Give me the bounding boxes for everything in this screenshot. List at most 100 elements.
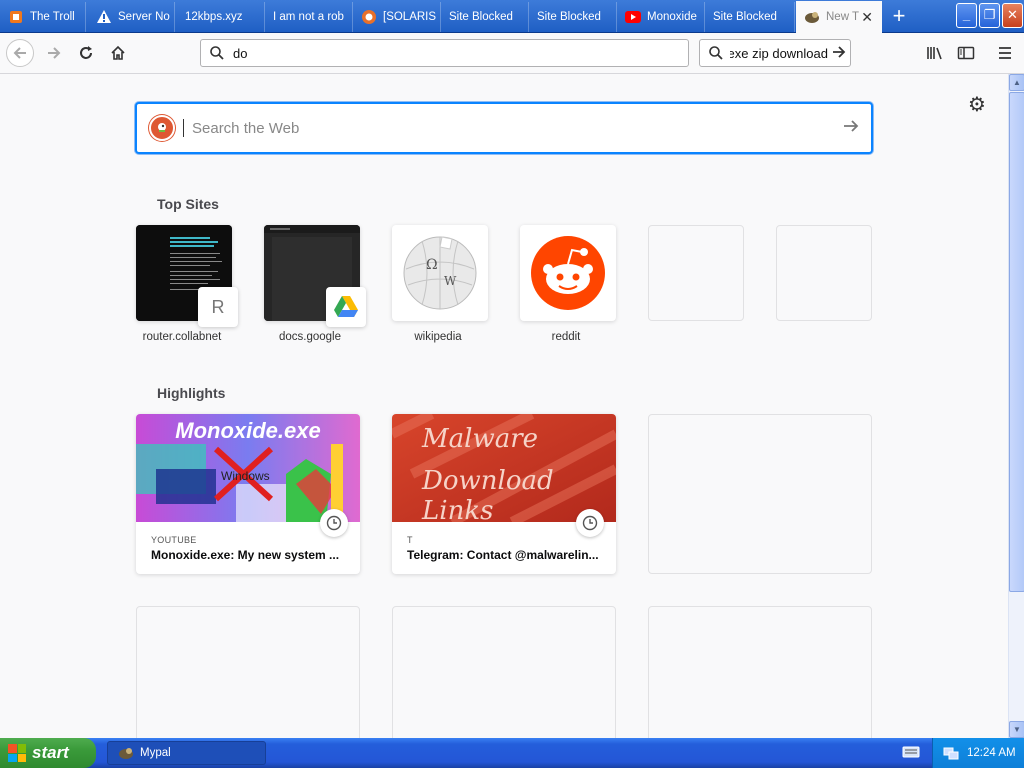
url-text: do xyxy=(233,45,248,61)
taskbar-task-mypal[interactable]: Mypal xyxy=(107,741,266,765)
library-button[interactable] xyxy=(921,39,949,67)
back-button[interactable] xyxy=(6,39,34,67)
orange-square-icon xyxy=(8,9,24,25)
highlight-thumbnail: Malware Download Links xyxy=(392,414,616,522)
thumb-subtitle: Windows xyxy=(221,469,270,483)
tab-strip: The Troll Server No 12kbps.xyz I am not … xyxy=(0,0,1024,33)
menu-button[interactable] xyxy=(991,39,1019,67)
arrow-left-icon xyxy=(13,47,26,59)
reddit-logo-icon xyxy=(531,236,605,310)
gear-icon[interactable]: ⚙ xyxy=(966,94,988,116)
start-button[interactable]: start xyxy=(0,738,96,768)
task-label: Mypal xyxy=(140,747,171,759)
windows-logo-icon xyxy=(8,744,26,762)
minimize-window-button[interactable]: _ xyxy=(956,3,977,28)
top-site-docs-google[interactable] xyxy=(264,225,366,327)
home-icon xyxy=(111,45,125,60)
palemoon-icon xyxy=(804,9,820,25)
highlight-empty-slot xyxy=(392,606,616,738)
top-site-label: wikipedia xyxy=(414,331,462,343)
home-button[interactable] xyxy=(104,39,132,67)
top-site-wikipedia[interactable]: Ω W xyxy=(392,225,488,321)
vertical-scrollbar[interactable]: ▲ ▼ xyxy=(1008,74,1024,738)
text-caret xyxy=(183,119,184,137)
top-site-label: router.collabnet xyxy=(142,331,222,343)
clock-icon xyxy=(576,509,604,537)
tab-12kbps[interactable]: 12kbps.xyz xyxy=(177,2,265,32)
top-site-empty-slot xyxy=(648,225,744,321)
highlight-source: YOUTUBE xyxy=(151,535,197,545)
google-drive-icon xyxy=(326,287,366,327)
system-tray: 12:24 AM xyxy=(932,738,1024,768)
tab-i-am-not-a-robot[interactable]: I am not a rob xyxy=(265,2,353,32)
tab-solaris[interactable]: [SOLARIS xyxy=(353,2,441,32)
highlight-thumbnail: Monoxide.exe Windows xyxy=(136,414,360,522)
library-icon xyxy=(927,47,942,60)
arrow-right-icon xyxy=(48,47,61,59)
duckduckgo-logo-icon xyxy=(149,115,175,141)
highlight-title: Telegram: Contact @malwarelin... xyxy=(407,548,599,562)
scroll-down-button[interactable]: ▼ xyxy=(1009,721,1024,738)
forward-button[interactable] xyxy=(40,39,68,67)
highlight-empty-slot xyxy=(648,606,872,738)
tab-site-blocked-2[interactable]: Site Blocked xyxy=(529,2,617,32)
thumb-title: Monoxide.exe xyxy=(175,418,321,443)
close-tab-icon[interactable]: ✕ xyxy=(861,9,873,26)
web-search-placeholder: Search the Web xyxy=(192,119,300,137)
web-search-box[interactable]: Search the Web xyxy=(135,102,873,154)
close-window-button[interactable]: ✕ xyxy=(1002,3,1023,28)
sidebar-button[interactable] xyxy=(952,39,980,67)
network-icon[interactable] xyxy=(943,746,959,760)
highlight-card-monoxide[interactable]: Monoxide.exe Windows YOUTUBE Monoxide.ex… xyxy=(136,414,360,574)
sidebar-icon xyxy=(957,46,975,60)
clock-icon xyxy=(320,509,348,537)
tab-monoxide[interactable]: Monoxide xyxy=(617,2,705,32)
reload-icon xyxy=(80,46,92,59)
tab-the-troll[interactable]: The Troll xyxy=(0,2,86,32)
tab-site-blocked-3[interactable]: Site Blocked xyxy=(705,2,795,32)
top-site-empty-slot xyxy=(776,225,872,321)
top-site-reddit[interactable] xyxy=(520,225,616,321)
youtube-icon xyxy=(625,9,641,25)
thumb-title: Malware xyxy=(422,424,539,454)
top-sites-heading: Top Sites xyxy=(157,196,219,212)
search-go-icon[interactable] xyxy=(828,44,850,63)
palemoon-icon xyxy=(118,745,134,761)
highlight-card-telegram[interactable]: Malware Download Links T Telegram: Conta… xyxy=(392,414,616,574)
url-bar[interactable]: do xyxy=(200,39,689,67)
scrollbar-thumb[interactable] xyxy=(1009,92,1024,592)
wikipedia-globe-icon: Ω W xyxy=(403,236,477,310)
arrow-right-icon[interactable] xyxy=(831,117,871,140)
svg-text:W: W xyxy=(444,274,457,288)
highlight-source: T xyxy=(407,535,413,545)
tab-site-blocked-1[interactable]: Site Blocked xyxy=(441,2,529,32)
site-badge: R xyxy=(198,287,238,327)
search-bar-text: exe zip download xyxy=(730,45,828,61)
warning-icon xyxy=(96,9,112,25)
search-bar[interactable]: exe zip download xyxy=(699,39,851,67)
orange-circle-icon xyxy=(361,9,377,25)
new-tab-button[interactable]: + xyxy=(884,4,914,30)
scroll-up-button[interactable]: ▲ xyxy=(1009,74,1024,91)
new-tab-page: ⚙ Search the Web Top Sites R router.coll… xyxy=(0,74,1008,738)
highlight-empty-slot xyxy=(136,606,360,738)
highlight-title: Monoxide.exe: My new system ... xyxy=(151,548,340,562)
hamburger-menu-icon xyxy=(999,47,1011,59)
tab-new-tab[interactable]: New T ✕ xyxy=(796,1,882,33)
maximize-window-button[interactable]: ❐ xyxy=(979,3,1000,28)
navigation-toolbar: do exe zip download xyxy=(0,33,1024,74)
top-site-label: docs.google xyxy=(278,331,342,343)
taskbar: start Mypal 12:24 AM xyxy=(0,738,1024,768)
start-label: start xyxy=(32,743,69,762)
highlight-empty-slot xyxy=(648,414,872,574)
search-icon xyxy=(709,46,723,60)
top-site-label: reddit xyxy=(551,331,581,343)
svg-text:Ω: Ω xyxy=(426,257,438,273)
top-site-router-collabnet[interactable]: R xyxy=(136,225,238,327)
reload-button[interactable] xyxy=(72,39,100,67)
tab-server-no[interactable]: Server No xyxy=(88,2,175,32)
highlights-heading: Highlights xyxy=(157,385,226,401)
search-icon xyxy=(210,46,224,60)
keyboard-icon[interactable] xyxy=(902,745,920,761)
clock-label: 12:24 AM xyxy=(967,747,1016,759)
